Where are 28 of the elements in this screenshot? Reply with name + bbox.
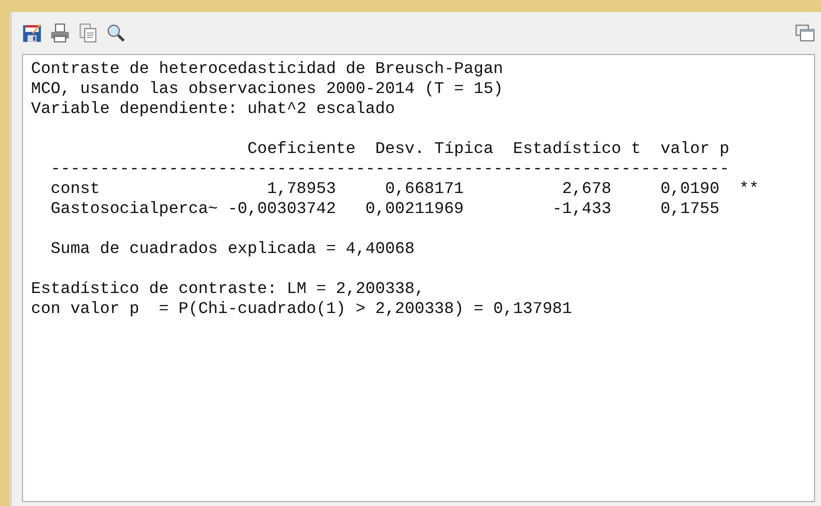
print-icon[interactable]	[50, 23, 70, 43]
table-cell: 2,678	[562, 179, 612, 198]
output-line: MCO, usando las observaciones 2000-2014 (T = 15)	[31, 79, 504, 99]
table-cell-text: const	[50, 179, 101, 199]
significance-stars: **	[739, 179, 759, 199]
column-header: Coeficiente	[247, 139, 356, 159]
table-cell: 0,668171	[385, 179, 464, 198]
table-rule: ---------------------------------------------------------------------	[50, 159, 730, 179]
output-line: Suma de cuadrados explicada = 4,40068	[50, 239, 416, 259]
table-cell: -0,00303742	[228, 199, 336, 218]
table-cell: 0,1755	[660, 199, 720, 218]
windows-icon[interactable]	[795, 23, 815, 43]
output-line: con valor p = P(Chi-cuadrado(1) > 2,200338) = 0,137981	[31, 299, 573, 319]
table-cell: 0,00211969	[365, 199, 464, 218]
table-cell: 0,0190	[660, 179, 720, 198]
output-line: Estadístico de contraste: LM = 2,200338,	[31, 279, 426, 299]
output-line: Contraste de heterocedasticidad de Breusch-Pagan	[31, 59, 504, 79]
save-icon[interactable]	[22, 23, 42, 43]
table-cell: Gastosocialperca~	[50, 199, 218, 219]
copy-icon[interactable]	[78, 23, 98, 43]
table-cell: -1,433	[552, 199, 612, 218]
output-line: Variable dependiente: uhat^2 escalado	[31, 99, 396, 119]
column-header: valor p	[660, 139, 730, 159]
table-cell: 1,78953	[267, 179, 336, 198]
column-header: Desv. Típica	[375, 139, 494, 159]
column-header: Estadístico t	[512, 139, 641, 159]
output-text-area[interactable]	[22, 54, 815, 502]
search-icon[interactable]	[106, 23, 126, 43]
